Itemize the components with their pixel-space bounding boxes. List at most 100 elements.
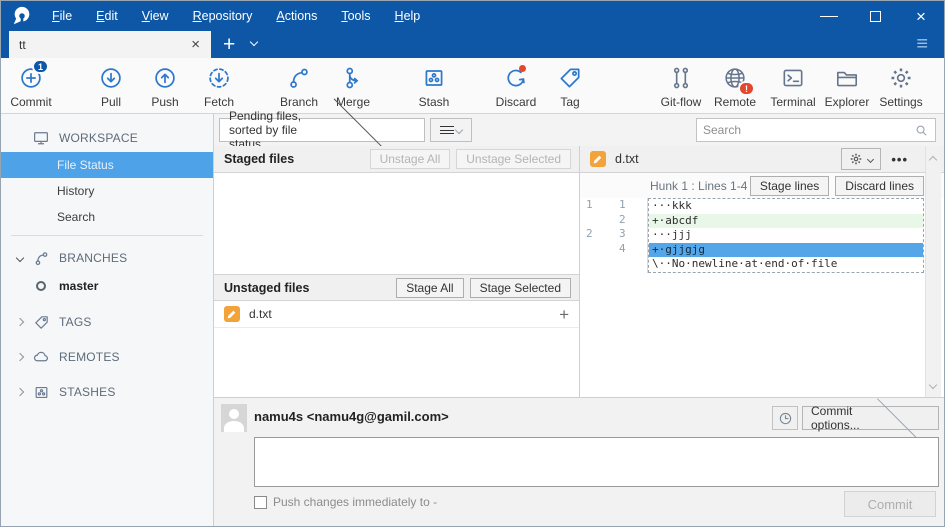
push-icon [150,63,180,93]
merge-item toolbar-merge[interactable]: Merge [326,58,380,113]
discard-lines-button[interactable]: Discard lines [835,176,924,196]
toolbar-tag[interactable]: Tag [543,58,597,113]
sidebar-item-history[interactable]: History [1,178,213,204]
search-input[interactable] [703,123,914,137]
sidebar-item-search[interactable]: Search [1,204,213,230]
scroll-down-icon[interactable] [930,377,936,391]
toolbar-remote[interactable]: ! Remote [708,58,762,113]
repo-tab[interactable]: tt × [9,31,211,58]
toolbar-commit[interactable]: 1 Commit [4,58,58,113]
sidebar-section-remotes[interactable]: REMOTES [1,342,213,372]
new-tab-button[interactable]: + [223,34,235,55]
stage-all-button[interactable]: Stage All [396,278,463,298]
workspace-monitor-icon [31,129,51,147]
chevron-right-icon[interactable] [9,389,31,395]
tab-list-caret[interactable] [251,34,257,48]
stage-selected-button[interactable]: Stage Selected [470,278,571,298]
unstaged-file-row[interactable]: d.txt + [214,301,579,328]
search-box [696,118,936,142]
diff-content: 112234 ···kkk+·abcdf···jjj+·gjjgjg\··No·… [580,198,944,273]
toolbar-push[interactable]: Push [138,58,192,113]
hamburger-menu-icon[interactable]: ≡ [916,34,928,54]
commit-message-input[interactable] [254,437,939,487]
sidebar-section-stashes[interactable]: STASHES [1,377,213,407]
chevron-right-icon[interactable] [9,319,31,325]
cloud-icon [31,348,51,366]
filter-bar: Pending files, sorted by file status [214,114,944,146]
view-options-dropdown[interactable] [430,118,472,142]
menu-help[interactable]: Help [385,5,431,27]
diff-hunk-code: ···kkk+·abcdf···jjj+·gjjgjg\··No·newline… [648,198,924,273]
stage-file-plus-button[interactable]: + [559,306,569,323]
more-options-button[interactable]: ••• [891,152,908,167]
diff-line-gutter: 11 [580,198,647,213]
commit-icon: 1 [16,63,46,93]
sidebar-item-file-status[interactable]: File Status [1,152,213,178]
folder-icon [832,63,862,93]
branch-icon [284,63,314,93]
toolbar-terminal[interactable]: Terminal [766,58,820,113]
stash-icon [419,63,449,93]
toolbar-stash[interactable]: Stash [407,58,461,113]
diff-line[interactable]: +·gjjgjg [649,243,923,258]
file-status-pane: Staged files Unstage All Unstage Selecte… [214,146,579,397]
menu-file[interactable]: File [42,5,82,27]
staged-files-list[interactable] [214,173,579,274]
diff-line-gutter [580,256,647,271]
toolbar-settings[interactable]: Settings [874,58,928,113]
toolbar-discard[interactable]: Discard [489,58,543,113]
menu-tools[interactable]: Tools [331,5,380,27]
diff-line-numbers: 112234 [580,198,648,273]
sidebar-branch-master[interactable]: master [1,273,213,299]
recent-messages-button[interactable] [772,406,798,430]
sidebar-section-branches[interactable]: BRANCHES [1,243,213,273]
diff-scrollbar[interactable] [925,146,941,397]
diff-line[interactable]: ···jjj [649,228,923,243]
menu-view[interactable]: View [132,5,179,27]
sidebar-section-workspace[interactable]: WORKSPACE [1,124,213,152]
remote-globe-icon: ! [720,63,750,93]
scroll-up-icon[interactable] [930,152,936,166]
hunk-title: Hunk 1 : Lines 1-4 [650,179,750,193]
push-checkbox[interactable] [254,496,267,509]
commit-count-badge: 1 [32,59,49,74]
unstage-all-button[interactable]: Unstage All [370,149,451,169]
pull-icon [96,63,126,93]
maximize-button[interactable] [852,1,898,31]
diff-line[interactable]: \··No·newline·at·end·of·file [649,257,923,272]
toolbar-fetch[interactable]: Fetch [192,58,246,113]
diff-line-gutter: 2 [580,213,647,228]
tab-bar: tt × + ≡ [1,31,944,58]
stage-lines-button[interactable]: Stage lines [750,176,829,196]
menu-repository[interactable]: Repository [183,5,263,27]
chevron-down-icon[interactable] [9,255,31,261]
close-button[interactable]: × [898,1,944,31]
commit-button[interactable]: Commit [844,491,936,517]
diff-line[interactable]: ···kkk [649,199,923,214]
diff-options-button[interactable] [841,148,881,170]
clock-icon [778,411,793,426]
menu-actions[interactable]: Actions [266,5,327,27]
diff-file-name: d.txt [615,152,841,166]
sidebar-section-tags[interactable]: TAGS [1,307,213,337]
maximize-icon [870,11,881,22]
chevron-right-icon[interactable] [9,354,31,360]
diff-line[interactable]: +·abcdf [649,214,923,229]
main-toolbar: 1 Commit Pull Push Fetch Branch [1,58,944,114]
branch-icon [31,250,51,267]
search-icon [914,123,929,138]
diff-line-gutter: 4 [580,242,647,257]
menu-edit[interactable]: Edit [86,5,128,27]
toolbar-gitflow[interactable]: Git-flow [654,58,708,113]
toolbar-explorer[interactable]: Explorer [820,58,874,113]
tab-close-icon[interactable]: × [188,37,203,52]
commit-options-dropdown[interactable]: Commit options... [802,406,939,430]
pending-files-dropdown[interactable]: Pending files, sorted by file status [219,118,425,142]
toolbar-pull[interactable]: Pull [84,58,138,113]
unstage-selected-button[interactable]: Unstage Selected [456,149,571,169]
minimize-button[interactable] [806,1,852,31]
menu-bar: File Edit View Repository Actions Tools … [42,5,430,27]
modified-file-icon [590,151,606,167]
toolbar-branch[interactable]: Branch [272,58,326,113]
unstaged-files-title: Unstaged files [224,281,396,295]
